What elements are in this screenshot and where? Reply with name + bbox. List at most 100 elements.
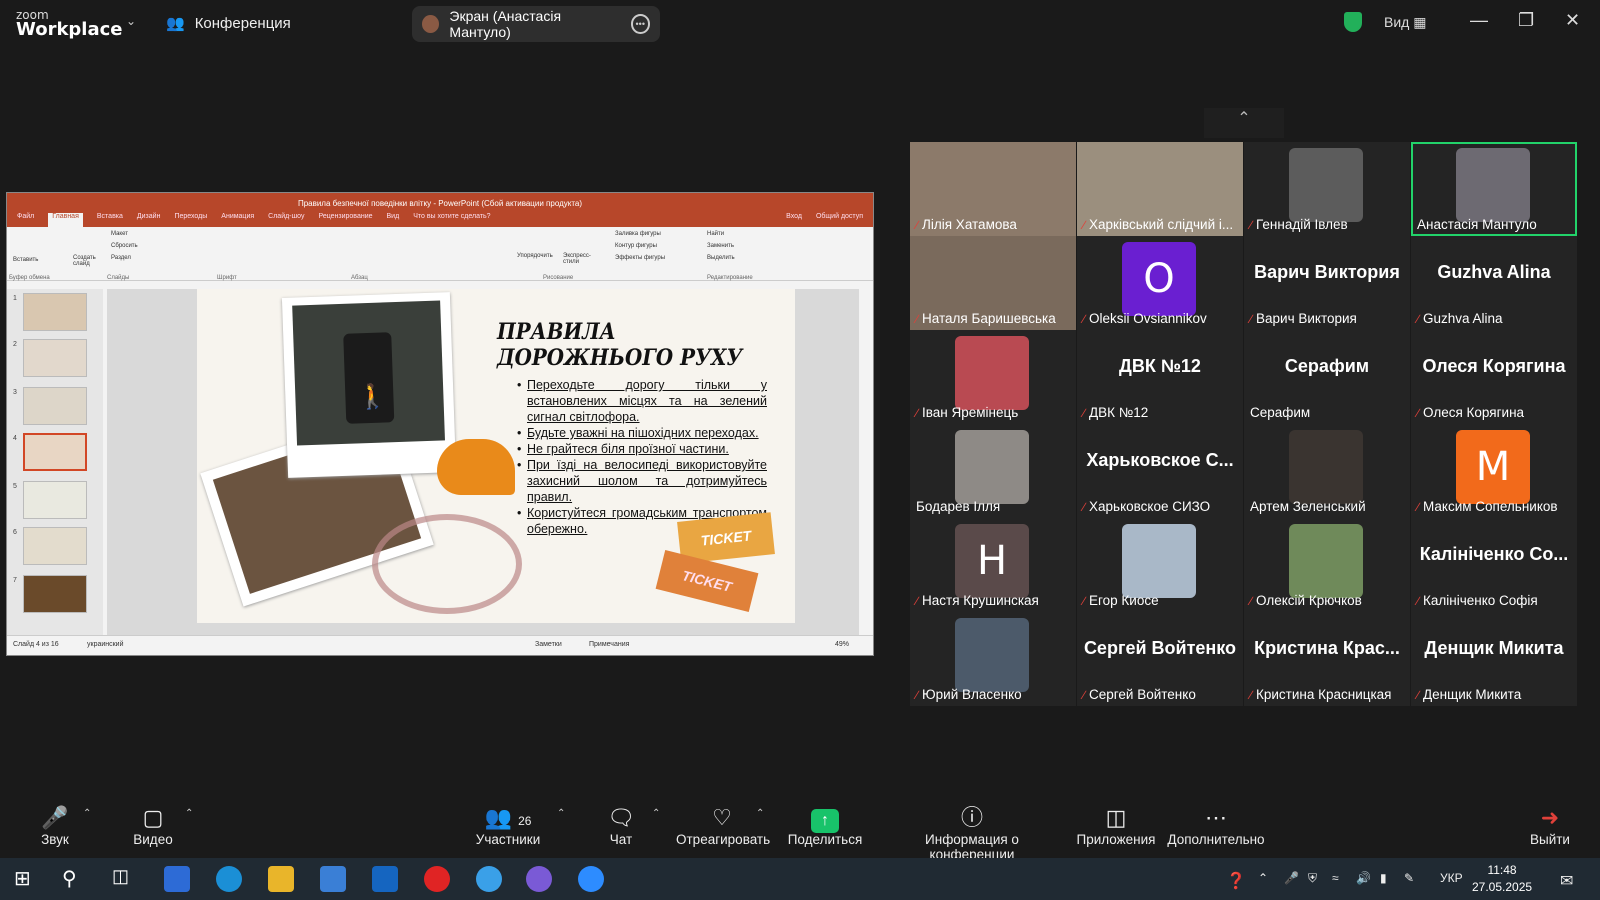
- participant-tile[interactable]: Олеся Корягина ∕ Олеся Корягина: [1411, 330, 1577, 424]
- participant-tile[interactable]: Кристина Крас... ∕ Кристина Красницкая: [1244, 612, 1410, 706]
- chevron-up-icon[interactable]: ⌃: [1258, 871, 1268, 885]
- language-indicator[interactable]: УКР: [1440, 871, 1463, 885]
- participant-tile[interactable]: ∕ Наталя Баришевська: [910, 236, 1076, 330]
- zoom-icon[interactable]: [578, 866, 604, 892]
- meeting-info-button[interactable]: ⓘ Информация о конференции: [884, 804, 1060, 862]
- windows-start-icon[interactable]: ⊞: [14, 866, 40, 892]
- battery-icon[interactable]: ▮: [1380, 871, 1387, 885]
- ribbon-item[interactable]: Экспресс-стили: [563, 253, 597, 265]
- current-slide[interactable]: 🚶 ПРАВИЛА ДОРОЖНЬОГО РУХУ Переходьте дор…: [197, 289, 795, 623]
- participant-tile[interactable]: Сергей Войтенко ∕ Сергей Войтенко: [1077, 612, 1243, 706]
- ribbon-item[interactable]: Упорядочить: [517, 253, 557, 259]
- audio-button[interactable]: 🎤 Звук: [30, 804, 80, 847]
- ppt-tell-me[interactable]: Что вы хотите сделать?: [413, 213, 490, 227]
- viber-icon[interactable]: [526, 866, 552, 892]
- apps-button[interactable]: ◫ Приложения: [1074, 804, 1158, 847]
- file-explorer-icon[interactable]: [268, 866, 294, 892]
- participant-tile[interactable]: Серафим Серафим: [1244, 330, 1410, 424]
- ppt-tab[interactable]: Слайд-шоу: [268, 213, 304, 227]
- slide-thumbnails[interactable]: 1 2 3 4 5 6 7: [7, 289, 103, 635]
- participants-button[interactable]: 👥 26 Участники: [470, 804, 546, 847]
- participant-tile[interactable]: Харьковское С... ∕ Харьковское СИЗО: [1077, 424, 1243, 518]
- help-icon[interactable]: ❓: [1226, 871, 1246, 891]
- clock[interactable]: 11:48 27.05.2025: [1472, 862, 1532, 896]
- ribbon-item[interactable]: Вставить: [13, 257, 38, 263]
- share-screen-button[interactable]: ↑ Поделиться: [784, 804, 866, 847]
- slide-thumbnail[interactable]: [23, 387, 87, 425]
- slide-thumbnail[interactable]: [23, 527, 87, 565]
- participant-tile[interactable]: Анастасія Мантуло: [1411, 142, 1577, 236]
- participant-tile[interactable]: O ∕ Oleksii Ovsiannikov: [1077, 236, 1243, 330]
- slide-thumbnail[interactable]: [23, 433, 87, 471]
- task-view-icon[interactable]: ◫: [112, 866, 138, 892]
- save-app-icon[interactable]: [164, 866, 190, 892]
- ppt-tab[interactable]: Вставка: [97, 213, 123, 227]
- ribbon-item[interactable]: Контур фигуры: [615, 243, 657, 249]
- participant-tile[interactable]: Guzhva Alina ∕ Guzhva Alina: [1411, 236, 1577, 330]
- search-icon[interactable]: ⚲: [62, 866, 88, 892]
- react-button[interactable]: ♡ Отреагировать: [676, 804, 770, 847]
- ribbon-item[interactable]: Эффекты фигуры: [615, 255, 665, 261]
- chat-button[interactable]: 🗨 Чат: [596, 804, 646, 847]
- slide-thumbnail[interactable]: [23, 339, 87, 377]
- participant-tile[interactable]: Бодарев Ілля: [910, 424, 1076, 518]
- leave-button[interactable]: ➜ Выйти: [1528, 804, 1572, 847]
- close-icon[interactable]: ✕: [1565, 10, 1580, 31]
- ribbon-item[interactable]: Сбросить: [111, 243, 138, 249]
- minimize-icon[interactable]: —: [1470, 10, 1488, 31]
- outlook-icon[interactable]: [372, 866, 398, 892]
- slide-thumbnail[interactable]: [23, 575, 87, 613]
- participants-options-caret[interactable]: ⌃: [557, 808, 565, 819]
- participant-tile[interactable]: ∕ Юрий Власенко: [910, 612, 1076, 706]
- collapse-gallery-button[interactable]: ⌃: [1204, 108, 1284, 138]
- video-button[interactable]: ▢ Видео: [128, 804, 178, 847]
- participant-tile[interactable]: ∕ Лілія Хатамова: [910, 142, 1076, 236]
- conference-menu[interactable]: 👥 Конференция: [166, 14, 291, 33]
- ppt-tab[interactable]: Файл: [17, 213, 34, 227]
- ppt-share[interactable]: Общий доступ: [816, 213, 863, 227]
- ribbon-item[interactable]: Заменить: [707, 243, 734, 249]
- participant-tile[interactable]: ДВК №12 ∕ ДВК №12: [1077, 330, 1243, 424]
- microphone-icon[interactable]: 🎤: [1284, 871, 1299, 885]
- shield-icon[interactable]: [1344, 12, 1362, 32]
- chevron-down-icon[interactable]: ⌄: [126, 14, 136, 28]
- edge-icon[interactable]: [216, 866, 242, 892]
- participant-tile[interactable]: H ∕ Настя Крушинская: [910, 518, 1076, 612]
- store-icon[interactable]: [320, 866, 346, 892]
- ppt-signin[interactable]: Вход: [786, 213, 802, 227]
- ribbon-item[interactable]: Создать слайд: [73, 255, 97, 267]
- ribbon-item[interactable]: Найти: [707, 231, 724, 237]
- more-button[interactable]: ⋯ Дополнительно: [1166, 804, 1266, 847]
- wifi-icon[interactable]: ≈: [1332, 871, 1339, 885]
- chat-options-caret[interactable]: ⌃: [652, 808, 660, 819]
- pen-icon[interactable]: ✎: [1404, 871, 1414, 885]
- slide-thumbnail[interactable]: [23, 481, 87, 519]
- volume-icon[interactable]: 🔊: [1356, 871, 1371, 885]
- screen-share-indicator[interactable]: Экран (Анастасія Мантуло) •••: [412, 6, 660, 42]
- participant-tile[interactable]: Калініченко Со... ∕ Калініченко Софія: [1411, 518, 1577, 612]
- ppt-tab[interactable]: Переходы: [174, 213, 207, 227]
- participant-tile[interactable]: ∕ Харківський слідчий і...: [1077, 142, 1243, 236]
- ribbon-item[interactable]: Макет: [111, 231, 128, 237]
- ppt-tab[interactable]: Рецензирование: [318, 213, 372, 227]
- video-options-caret[interactable]: ⌃: [185, 808, 193, 819]
- comments-button[interactable]: Примечания: [589, 641, 629, 648]
- ribbon-item[interactable]: Выделить: [707, 255, 735, 261]
- ppt-tab[interactable]: Вид: [387, 213, 400, 227]
- restore-icon[interactable]: ❐: [1518, 10, 1534, 31]
- more-icon[interactable]: •••: [630, 14, 650, 34]
- participant-tile[interactable]: Денщик Микита ∕ Денщик Микита: [1411, 612, 1577, 706]
- slide-thumbnail[interactable]: [23, 293, 87, 331]
- audio-options-caret[interactable]: ⌃: [83, 808, 91, 819]
- teamviewer-icon[interactable]: [476, 866, 502, 892]
- ribbon-item[interactable]: Заливка фигуры: [615, 231, 661, 237]
- participant-tile[interactable]: M ∕ Максим Сопельников: [1411, 424, 1577, 518]
- notes-button[interactable]: Заметки: [535, 641, 562, 648]
- view-button[interactable]: Вид ▦: [1384, 14, 1426, 31]
- participant-tile[interactable]: Артем Зеленський: [1244, 424, 1410, 518]
- ribbon-item[interactable]: Раздел: [111, 255, 131, 261]
- shield-tray-icon[interactable]: ⛨: [1308, 871, 1317, 886]
- participant-tile[interactable]: ∕ Іван Яремінець: [910, 330, 1076, 424]
- react-options-caret[interactable]: ⌃: [756, 808, 764, 819]
- participant-tile[interactable]: ∕ Геннадій Івлев: [1244, 142, 1410, 236]
